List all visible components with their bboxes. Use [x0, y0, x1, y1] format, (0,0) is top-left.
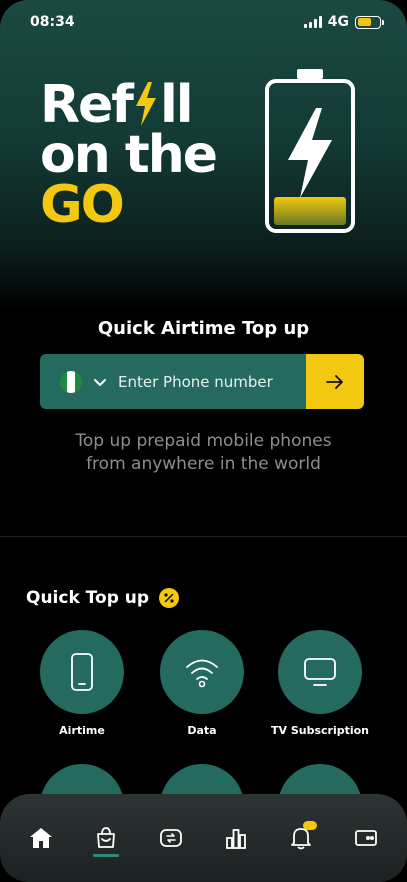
phone-icon[interactable]	[40, 630, 124, 714]
phone-number-field[interactable]: Enter Phone number	[40, 354, 306, 409]
nav-wallet[interactable]	[344, 813, 388, 863]
wifi-icon[interactable]	[160, 630, 244, 714]
hero-line-1: Ref ll	[40, 79, 216, 131]
notification-badge	[303, 821, 318, 830]
hero-line-2: on the	[40, 125, 218, 185]
lightning-bolt-icon	[135, 82, 156, 126]
chevron-down-icon[interactable]	[92, 374, 108, 390]
quick-topup-heading: Quick Top up	[26, 588, 180, 608]
service-label: Airtime	[59, 724, 105, 737]
battery-illustration-icon	[265, 69, 355, 233]
home-icon	[29, 828, 52, 848]
signal-icon	[303, 16, 322, 28]
status-indicators: 4G	[303, 14, 384, 30]
wallet-icon	[355, 830, 378, 846]
nigeria-flag-icon[interactable]	[60, 370, 82, 393]
nav-exchange[interactable]	[149, 813, 193, 863]
phone-input-group: Enter Phone number	[40, 354, 364, 409]
quick-airtime-title: Quick Airtime Top up	[97, 318, 310, 339]
nav-shop[interactable]	[84, 813, 128, 863]
arrow-right-icon	[326, 374, 343, 389]
percent-icon	[159, 588, 180, 608]
service-data[interactable]: Data	[142, 630, 262, 737]
hero-line-3: GO	[40, 175, 125, 235]
section-divider	[0, 536, 407, 537]
quick-topup-title: Quick Top up	[26, 588, 150, 608]
service-tv-subscription[interactable]: TV Subscription	[260, 630, 380, 737]
network-type: 4G	[327, 14, 349, 30]
status-time: 08:34	[30, 14, 75, 30]
chart-icon	[226, 829, 246, 849]
bottom-navigation	[0, 794, 407, 882]
shopping-bag-icon	[96, 827, 115, 848]
service-label: Data	[187, 724, 217, 737]
service-label: TV Subscription	[270, 724, 370, 737]
nav-stats[interactable]	[214, 813, 258, 863]
exchange-icon	[159, 829, 182, 847]
status-bar: 08:34 4G	[0, 0, 407, 44]
service-airtime[interactable]: Airtime	[22, 630, 142, 737]
hero-banner: Ref ll on the GO	[0, 0, 407, 310]
nav-notifications[interactable]	[279, 813, 323, 863]
nav-home[interactable]	[19, 813, 63, 863]
quick-airtime-description: Top up prepaid mobile phones from anywhe…	[75, 431, 332, 474]
active-tab-indicator	[92, 854, 119, 857]
submit-arrow-button[interactable]	[306, 354, 364, 409]
phone-number-placeholder[interactable]: Enter Phone number	[118, 373, 273, 391]
hero-title: Ref ll on the GO	[40, 79, 218, 235]
tv-icon[interactable]	[278, 630, 362, 714]
battery-icon	[355, 15, 384, 29]
app-screen: Ref ll on the GO 08:34 4G Quick Airtime T…	[0, 0, 407, 882]
